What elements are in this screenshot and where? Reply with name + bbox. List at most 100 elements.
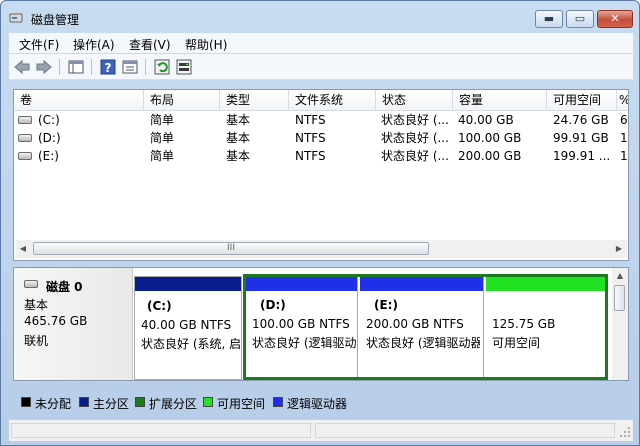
- partition-size: 200.00 GB NTFS: [366, 317, 464, 331]
- volume-list: 卷 布局 类型 文件系统 状态 容量 可用空间 % (C:) 简单 基本 NTF…: [13, 89, 629, 261]
- volume-filesystem: NTFS: [295, 113, 326, 127]
- volume-status: 状态良好 (...: [381, 113, 449, 127]
- horizontal-scrollbar[interactable]: ◀ III ▶: [15, 240, 627, 258]
- volume-status: 状态良好 (...: [381, 131, 449, 145]
- volume-capacity: 100.00 GB: [458, 131, 522, 145]
- menu-help[interactable]: 帮助(H): [185, 36, 227, 53]
- volume-disk-icon: [18, 134, 32, 142]
- disk-graphical-view: 磁盘 0 基本 465.76 GB 联机 (C:) 40.00 GB NTFS …: [13, 267, 629, 381]
- scroll-right-arrow-icon[interactable]: ▶: [611, 240, 627, 258]
- refresh-icon[interactable]: [153, 58, 171, 76]
- back-arrow-icon[interactable]: [13, 58, 31, 76]
- legend-swatch-logical-drive: [273, 397, 283, 407]
- volume-layout: 简单: [150, 113, 175, 127]
- legend-label-free-space: 可用空间: [217, 397, 266, 411]
- legend-label-extended: 扩展分区: [149, 397, 198, 411]
- window-title: 磁盘管理: [31, 13, 80, 27]
- disk-management-window: 磁盘管理 ▬ ▭ ✕ 文件(F) 操作(A) 查看(V) 帮助(H) ? 卷 布…: [0, 0, 640, 446]
- toolbar-separator: [59, 59, 60, 75]
- partition-label: (D:): [260, 298, 286, 312]
- toolbar-separator: [91, 59, 92, 75]
- column-header-capacity[interactable]: 容量: [453, 90, 547, 111]
- partition-d[interactable]: (D:) 100.00 GB NTFS 状态良好 (逻辑驱动: [246, 277, 358, 377]
- legend-swatch-primary: [79, 397, 89, 407]
- volume-name: (C:): [38, 113, 60, 127]
- minimize-button[interactable]: ▬: [535, 10, 563, 28]
- title-bar[interactable]: 磁盘管理 ▬ ▭ ✕: [1, 1, 639, 33]
- disk-management-icon: [9, 13, 23, 23]
- partition-label: (C:): [147, 299, 172, 313]
- close-button[interactable]: ✕: [597, 10, 633, 28]
- column-header-percent-free[interactable]: %: [617, 90, 628, 111]
- legend: 未分配 主分区 扩展分区 可用空间 逻辑驱动器: [13, 391, 629, 413]
- status-segment: [11, 423, 311, 438]
- volume-layout: 简单: [150, 131, 175, 145]
- partition-size: 100.00 GB NTFS: [252, 317, 350, 331]
- menu-view[interactable]: 查看(V): [129, 36, 171, 53]
- legend-label-logical-drive: 逻辑驱动器: [287, 397, 348, 411]
- scrollbar-thumb[interactable]: [614, 285, 625, 311]
- resize-grip-icon[interactable]: [619, 426, 631, 438]
- legend-label-primary: 主分区: [93, 397, 130, 411]
- volume-type: 基本: [226, 149, 251, 163]
- volume-free-space: 199.91 ...: [553, 149, 611, 163]
- partition-c[interactable]: (C:) 40.00 GB NTFS 状态良好 (系统, 启: [134, 276, 242, 380]
- toolbar-separator: [145, 59, 146, 75]
- volume-name: (E:): [38, 149, 59, 163]
- column-header-filesystem[interactable]: 文件系统: [289, 90, 376, 111]
- volume-row[interactable]: (E:) 简单 基本 NTFS 状态良好 (... 200.00 GB 199.…: [14, 147, 628, 165]
- volume-capacity: 200.00 GB: [458, 149, 522, 163]
- partition-status: 状态良好 (逻辑驱动: [252, 336, 356, 350]
- partition-status: 状态良好 (系统, 启: [141, 337, 241, 351]
- column-header-volume[interactable]: 卷: [14, 90, 144, 111]
- show-hide-console-tree-icon[interactable]: [67, 58, 85, 76]
- partition-bar: [360, 277, 483, 291]
- partition-bar: [486, 277, 605, 291]
- volume-percent-free: 6: [620, 113, 628, 127]
- disk-drive-icon: [24, 280, 38, 288]
- toolbar: ?: [9, 54, 633, 80]
- volume-row[interactable]: (D:) 简单 基本 NTFS 状态良好 (... 100.00 GB 99.9…: [14, 129, 628, 147]
- disk-size: 465.76 GB: [24, 314, 88, 328]
- column-header-layout[interactable]: 布局: [144, 90, 220, 111]
- svg-text:?: ?: [105, 61, 112, 75]
- forward-arrow-icon[interactable]: [35, 58, 53, 76]
- menu-file[interactable]: 文件(F): [19, 36, 59, 53]
- volume-filesystem: NTFS: [295, 149, 326, 163]
- disk-type: 基本: [24, 298, 49, 312]
- column-header-type[interactable]: 类型: [220, 90, 289, 111]
- vertical-scrollbar[interactable]: ▲: [612, 268, 628, 380]
- maximize-button[interactable]: ▭: [566, 10, 594, 28]
- volume-disk-icon: [18, 116, 32, 124]
- disk-status: 联机: [24, 334, 49, 348]
- disk-0-info[interactable]: 磁盘 0 基本 465.76 GB 联机: [14, 268, 133, 380]
- legend-swatch-free-space: [203, 397, 213, 407]
- rescan-disks-icon[interactable]: [175, 58, 193, 76]
- volume-type: 基本: [226, 113, 251, 127]
- column-header-free-space[interactable]: 可用空间: [547, 90, 617, 111]
- legend-swatch-extended: [135, 397, 145, 407]
- partition-bar: [246, 277, 357, 291]
- volume-name: (D:): [38, 131, 61, 145]
- partition-size: 125.75 GB: [492, 317, 556, 331]
- scroll-up-arrow-icon[interactable]: ▲: [612, 268, 628, 284]
- status-bar: [9, 419, 633, 441]
- volume-row[interactable]: (C:) 简单 基本 NTFS 状态良好 (... 40.00 GB 24.76…: [14, 111, 628, 129]
- volume-percent-free: 1: [620, 131, 628, 145]
- status-segment: [315, 423, 615, 438]
- scroll-left-arrow-icon[interactable]: ◀: [15, 240, 31, 258]
- volume-capacity: 40.00 GB: [458, 113, 514, 127]
- volume-free-space: 99.91 GB: [553, 131, 609, 145]
- properties-icon[interactable]: [121, 58, 139, 76]
- partition-status: 可用空间: [492, 336, 541, 350]
- scrollbar-thumb[interactable]: III: [33, 242, 429, 255]
- column-header-status[interactable]: 状态: [376, 90, 453, 111]
- volume-percent-free: 1: [620, 149, 628, 163]
- partition-e[interactable]: (E:) 200.00 GB NTFS 状态良好 (逻辑驱动器: [360, 277, 484, 377]
- menu-action[interactable]: 操作(A): [73, 36, 115, 53]
- free-space-area[interactable]: 125.75 GB 可用空间: [486, 277, 605, 377]
- help-icon[interactable]: ?: [99, 58, 117, 76]
- volume-free-space: 24.76 GB: [553, 113, 609, 127]
- volume-status: 状态良好 (...: [381, 149, 449, 163]
- partition-size: 40.00 GB NTFS: [141, 318, 232, 332]
